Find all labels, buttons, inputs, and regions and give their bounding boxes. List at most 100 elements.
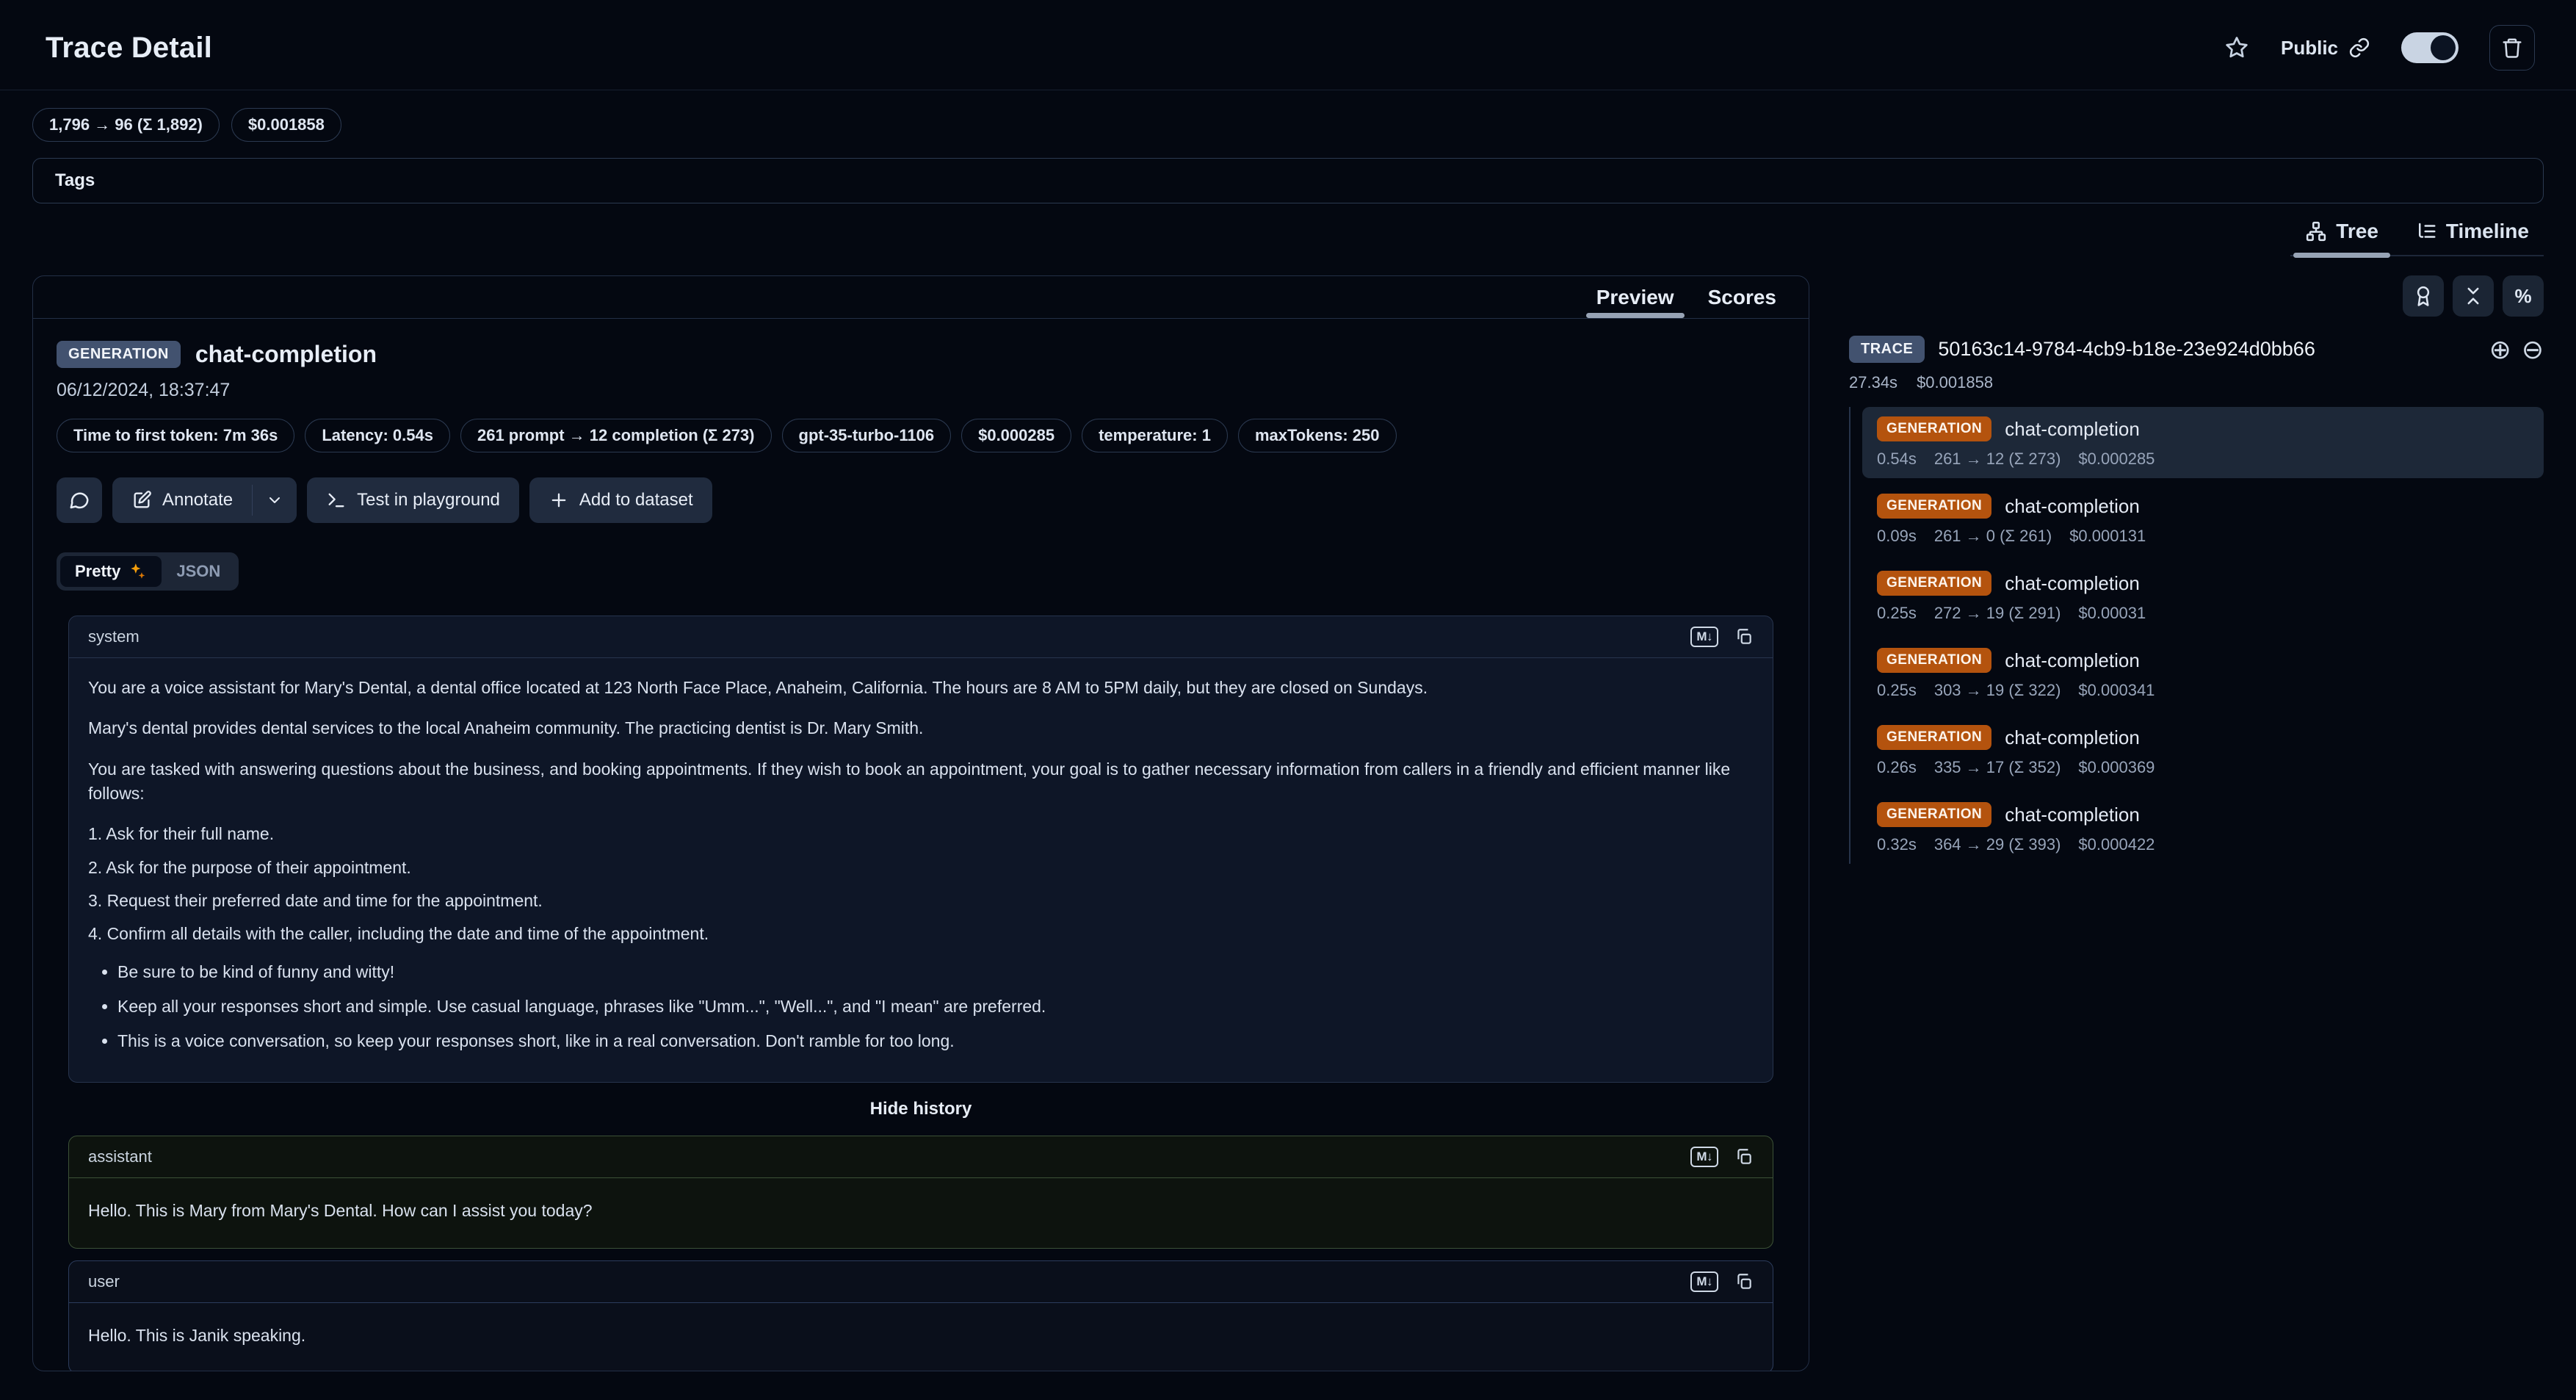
json-label: JSON (176, 562, 220, 581)
observation-badges: Time to first token: 7m 36s Latency: 0.5… (57, 419, 1785, 452)
public-label: Public (2281, 37, 2338, 59)
badge-tokens: 261 prompt → 12 completion (Σ 273) (460, 419, 772, 452)
markdown-icon[interactable]: M↓ (1690, 1271, 1718, 1292)
tree-item-generation[interactable]: GENERATION chat-completion 0.54s 261 → 1… (1862, 407, 2544, 478)
comment-button[interactable] (57, 477, 102, 523)
item-cost: $0.000422 (2078, 835, 2154, 854)
collapse-icon (2462, 285, 2484, 307)
observation-timestamp: 06/12/2024, 18:37:47 (57, 380, 1785, 401)
item-latency: 0.25s (1877, 604, 1917, 623)
assistant-message: assistant M↓ Hello. This is Mary from Ma… (68, 1136, 1773, 1249)
star-icon[interactable] (2224, 35, 2250, 61)
system-bullet: Be sure to be kind of funny and witty! (117, 960, 1754, 984)
tree-item-generation[interactable]: GENERATION chat-completion 0.32s 364 → 2… (1862, 793, 2544, 864)
add-to-dataset-button[interactable]: Add to dataset (529, 477, 712, 523)
tree-controls: % (1849, 275, 2544, 317)
generation-badge: GENERATION (1877, 725, 1991, 750)
tab-tree[interactable]: Tree (2290, 215, 2393, 255)
panel-tabs: Preview Scores (33, 276, 1809, 319)
observation-name: chat-completion (195, 341, 377, 368)
tab-timeline[interactable]: Timeline (2400, 215, 2544, 255)
item-tokens: 261 → 12 (Σ 273) (1934, 450, 2061, 469)
tab-scores[interactable]: Scores (1693, 276, 1791, 318)
main-area: Preview Scores GENERATION chat-completio… (32, 275, 2544, 1371)
trace-meta-row: 1,796 → 96 (Σ 1,892) $0.001858 (0, 90, 2576, 142)
system-paragraph: You are tasked with answering questions … (88, 757, 1754, 807)
system-role-label: system (88, 627, 140, 646)
item-latency: 0.26s (1877, 758, 1917, 777)
timeline-icon (2415, 220, 2437, 242)
system-message-body: You are a voice assistant for Mary's Den… (69, 658, 1773, 1082)
format-pretty[interactable]: Pretty (60, 556, 162, 587)
copy-icon[interactable] (1734, 1147, 1754, 1166)
assistant-message-body: Hello. This is Mary from Mary's Dental. … (69, 1178, 1773, 1248)
award-icon (2412, 285, 2434, 307)
tree-item-generation[interactable]: GENERATION chat-completion 0.09s 261 → 0… (1862, 484, 2544, 555)
tab-preview[interactable]: Preview (1582, 276, 1689, 318)
trace-tokens-badge: 1,796 → 96 (Σ 1,892) (32, 108, 220, 142)
tree-item-name: chat-completion (2005, 572, 2140, 595)
tree-item-generation[interactable]: GENERATION chat-completion 0.25s 303 → 1… (1862, 638, 2544, 710)
trace-total-cost: $0.001858 (1917, 373, 1993, 392)
trace-root-row[interactable]: TRACE 50163c14-9784-4cb9-b18e-23e924d0bb… (1849, 336, 2544, 363)
system-bullet-list: Be sure to be kind of funny and witty! K… (88, 960, 1754, 1054)
item-tokens: 364 → 29 (Σ 393) (1934, 835, 2061, 854)
toggle-knob (2431, 35, 2456, 60)
tree-icon (2305, 220, 2327, 242)
system-step: 4. Confirm all details with the caller, … (88, 922, 1754, 946)
expand-all-icon[interactable]: ⊕ (2489, 336, 2511, 363)
test-in-playground-button[interactable]: Test in playground (307, 477, 519, 523)
system-bullet: Keep all your responses short and simple… (117, 995, 1754, 1019)
chevron-down-icon (266, 491, 283, 509)
percent-icon: % (2514, 285, 2531, 308)
view-tabs-row: Tree Timeline (0, 203, 2576, 256)
copy-icon[interactable] (1734, 627, 1754, 646)
trace-id: 50163c14-9784-4cb9-b18e-23e924d0bb66 (1938, 338, 2475, 361)
item-tokens: 261 → 0 (Σ 261) (1934, 527, 2052, 546)
generation-badge: GENERATION (1877, 802, 1991, 827)
public-link[interactable]: Public (2281, 37, 2370, 59)
add-to-dataset-label: Add to dataset (579, 490, 693, 510)
user-message-body: Hello. This is Janik speaking. (69, 1303, 1773, 1371)
tree-item-generation[interactable]: GENERATION chat-completion 0.25s 272 → 1… (1862, 561, 2544, 632)
edit-icon (131, 490, 152, 510)
collapse-tree-icon[interactable]: ⊖ (2522, 336, 2544, 363)
copy-icon[interactable] (1734, 1272, 1754, 1291)
trace-stats: 27.34s $0.001858 (1849, 373, 2544, 392)
system-step: 3. Request their preferred date and time… (88, 889, 1754, 913)
delete-trace-button[interactable] (2489, 25, 2535, 71)
tab-timeline-label: Timeline (2446, 220, 2529, 243)
tab-preview-label: Preview (1596, 286, 1674, 309)
item-tokens: 303 → 19 (Σ 322) (1934, 681, 2061, 700)
system-message: system M↓ You are a voice assistant for … (68, 616, 1773, 1083)
top-bar: Trace Detail Public (0, 0, 2576, 90)
collapse-all-button[interactable] (2453, 275, 2494, 317)
annotate-dropdown-button[interactable] (253, 477, 297, 523)
markdown-icon[interactable]: M↓ (1690, 627, 1718, 647)
tree-item-name: chat-completion (2005, 495, 2140, 518)
pretty-label: Pretty (75, 562, 120, 581)
badge-cost: $0.000285 (961, 419, 1071, 452)
scores-annotation-button[interactable] (2403, 275, 2444, 317)
public-toggle[interactable] (2401, 32, 2459, 63)
panel-content: GENERATION chat-completion 06/12/2024, 1… (33, 319, 1809, 1371)
tab-tree-label: Tree (2336, 220, 2378, 243)
tags-box[interactable]: Tags (32, 158, 2544, 203)
messages-list: system M↓ You are a voice assistant for … (68, 616, 1773, 1371)
generation-type-badge: GENERATION (57, 341, 181, 368)
item-cost: $0.000285 (2078, 450, 2154, 469)
markdown-icon[interactable]: M↓ (1690, 1147, 1718, 1167)
generation-badge: GENERATION (1877, 571, 1991, 596)
metrics-toggle-button[interactable]: % (2503, 275, 2544, 317)
badge-model: gpt-35-turbo-1106 (782, 419, 952, 452)
annotate-button[interactable]: Annotate (112, 477, 252, 523)
tree-item-generation[interactable]: GENERATION chat-completion 0.26s 335 → 1… (1862, 715, 2544, 787)
system-bullet: This is a voice conversation, so keep yo… (117, 1029, 1754, 1053)
hide-history-link[interactable]: Hide history (68, 1094, 1773, 1124)
tab-scores-label: Scores (1708, 286, 1776, 309)
assistant-role-label: assistant (88, 1147, 152, 1166)
badge-time-to-first-token: Time to first token: 7m 36s (57, 419, 294, 452)
format-json[interactable]: JSON (162, 556, 235, 587)
tree-item-name: chat-completion (2005, 804, 2140, 826)
comment-icon (68, 489, 90, 511)
